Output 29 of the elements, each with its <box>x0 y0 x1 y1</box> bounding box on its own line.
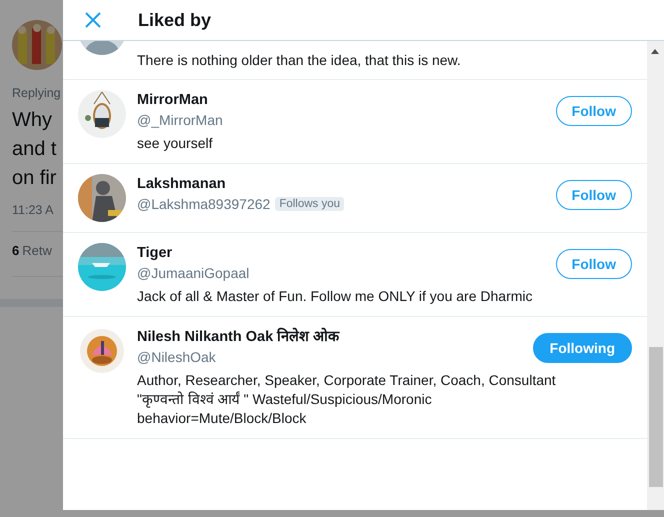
user-bio: There is nothing older than the idea, that this is new. <box>137 51 462 70</box>
tweet-text: and t <box>12 137 58 162</box>
user-bio: Jack of all & Master of Fun. Follow me ONLY if you are Dharmic <box>137 287 534 306</box>
tweet-time: 11:23 A <box>12 203 54 217</box>
follow-button[interactable]: Follow <box>556 180 632 210</box>
dialog-title: Liked by <box>138 10 212 30</box>
user-handle: @_MirrorMan <box>137 111 223 130</box>
user-handle: @JumaaniGopaal <box>137 264 250 283</box>
user-name: Lakshmanan <box>137 175 227 194</box>
tweet-text: Why <box>12 108 53 133</box>
user-bio: see yourself <box>137 134 214 153</box>
retweet-count: 6 <box>12 243 20 258</box>
user-name: Tiger <box>137 244 174 263</box>
user-handle: @Lakshma89397262 <box>137 195 270 214</box>
scroll-up-icon[interactable] <box>651 49 659 54</box>
follow-button[interactable]: Follow <box>556 249 632 279</box>
tweet-text: on fir <box>12 166 58 191</box>
user-handle: @NileshOak <box>137 348 216 367</box>
follow-button[interactable]: Follow <box>556 96 632 126</box>
scroll-thumb[interactable] <box>649 347 663 487</box>
follows-you-badge: Follows you <box>275 197 344 211</box>
replying-label: Replying <box>12 86 62 100</box>
user-bio: Author, Researcher, Speaker, Corporate Trainer, Coach, Consultant "कृण्वन्तो विश्वं आर्यं " Wasteful/Suspicious/Moronic behavior=Mute/Block/Block <box>137 371 557 428</box>
scroll-track[interactable] <box>647 41 664 510</box>
following-button[interactable]: Following <box>532 333 632 363</box>
user-name: MirrorMan <box>137 91 209 110</box>
close-icon[interactable] <box>84 11 102 29</box>
user-name: Nilesh Nilkanth Oak निलेश ओक <box>137 327 341 347</box>
retweet-label: Retw <box>22 243 52 258</box>
